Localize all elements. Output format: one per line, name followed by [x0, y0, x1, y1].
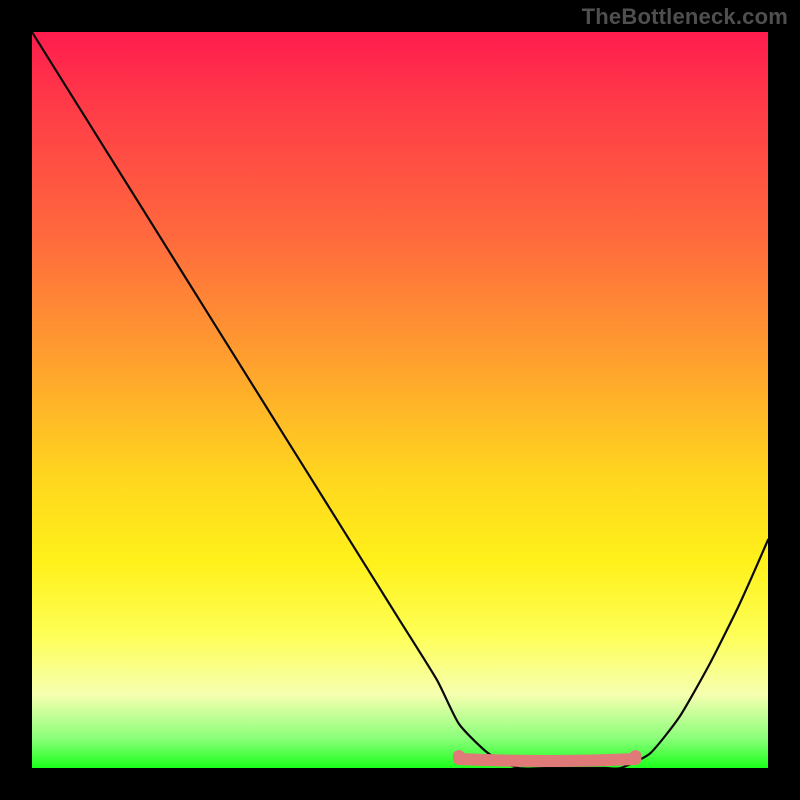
optimal-range-dot-right	[630, 750, 642, 762]
plot-area	[32, 32, 768, 768]
watermark-text: TheBottleneck.com	[582, 4, 788, 30]
optimal-range-dot-left	[453, 750, 465, 762]
chart-stage: TheBottleneck.com	[0, 0, 800, 800]
curve-svg	[32, 32, 768, 768]
optimal-range-highlight	[459, 759, 636, 761]
bottleneck-curve	[32, 32, 768, 768]
